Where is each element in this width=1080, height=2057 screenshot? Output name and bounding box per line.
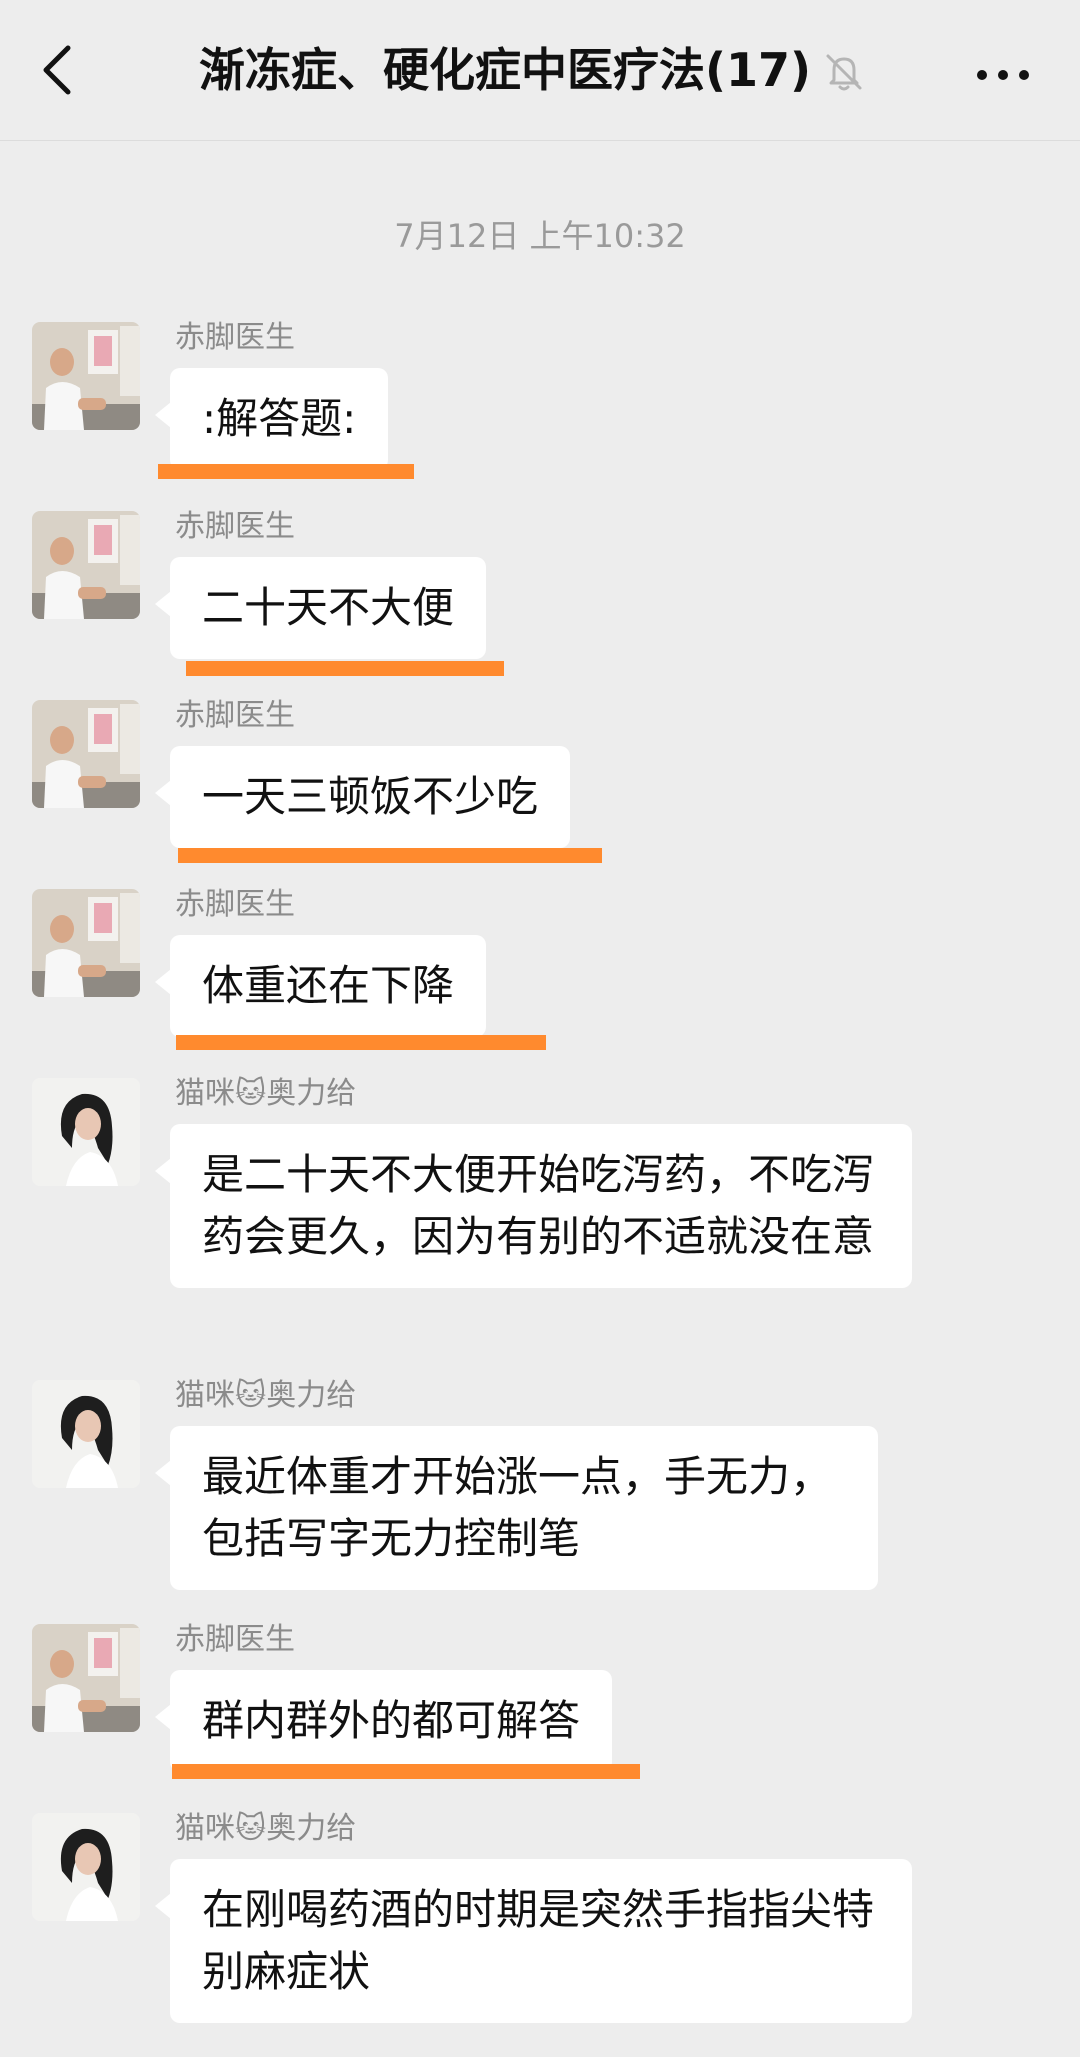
chevron-left-icon [43, 45, 71, 95]
highlight-underline [158, 464, 414, 479]
message-bubble[interactable]: 一天三顿饭不少吃 [154, 746, 571, 848]
chat-header: 渐冻症、硬化症中医疗法(17) [0, 0, 1080, 141]
chat-title: 渐冻症、硬化症中医疗法(17) [198, 43, 812, 97]
message-text: 最近体重才开始涨一点，手无力，包括写字无力控制笔 [202, 1452, 833, 1563]
sender-name: 赤脚医生 [175, 509, 295, 544]
message-text: 在刚喝药酒的时期是突然手指指尖特别麻症状 [202, 1885, 875, 1996]
message-bubble[interactable]: 在刚喝药酒的时期是突然手指指尖特别麻症状 [155, 1859, 912, 2023]
message-text: 体重还在下降 [202, 961, 455, 1010]
message-bubble[interactable]: 群内群外的都可解答 [154, 1670, 613, 1772]
message-bubble[interactable]: 体重还在下降 [154, 935, 487, 1037]
sender-name: 赤脚医生 [175, 1622, 295, 1657]
sender-name: 赤脚医生 [175, 887, 295, 922]
message-text: 二十天不大便 [202, 583, 455, 632]
highlight-underline [186, 661, 504, 676]
highlight-underline [172, 1764, 640, 1779]
message-text: 群内群外的都可解答 [202, 1696, 581, 1745]
sender-name: 赤脚医生 [175, 320, 295, 355]
highlight-underline [176, 1035, 546, 1050]
avatar-user[interactable] [32, 1078, 140, 1186]
more-options-button[interactable] [968, 45, 1038, 105]
avatar-doctor[interactable] [32, 1624, 140, 1732]
message-bubble[interactable]: 最近体重才开始涨一点，手无力，包括写字无力控制笔 [155, 1426, 878, 1590]
message-text: 是二十天不大便开始吃泻药，不吃泻药会更久，因为有别的不适就没在意 [202, 1150, 875, 1261]
avatar-doctor[interactable] [32, 322, 140, 430]
message-bubble[interactable]: 二十天不大便 [154, 557, 487, 659]
message-text: 一天三顿饭不少吃 [202, 772, 539, 821]
avatar-user[interactable] [32, 1380, 140, 1488]
message-bubble[interactable]: :解答题: [154, 368, 389, 470]
avatar-doctor[interactable] [32, 511, 140, 619]
message-bubble[interactable]: 是二十天不大便开始吃泻药，不吃泻药会更久，因为有别的不适就没在意 [155, 1124, 912, 1288]
more-dots-icon [977, 70, 1029, 80]
avatar-doctor[interactable] [32, 700, 140, 808]
back-button[interactable] [30, 40, 90, 100]
avatar-doctor[interactable] [32, 889, 140, 997]
highlight-underline [178, 848, 602, 863]
avatar-user[interactable] [32, 1813, 140, 1921]
message-text: :解答题: [202, 394, 357, 443]
bell-muted-icon [822, 50, 866, 94]
sender-name: 赤脚医生 [175, 698, 295, 733]
sender-name: 猫咪🐱奥力给 [175, 1076, 357, 1111]
message-timestamp: 7月12日 上午10:32 [394, 217, 686, 255]
sender-name: 猫咪🐱奥力给 [175, 1378, 357, 1413]
sender-name: 猫咪🐱奥力给 [175, 1811, 357, 1846]
